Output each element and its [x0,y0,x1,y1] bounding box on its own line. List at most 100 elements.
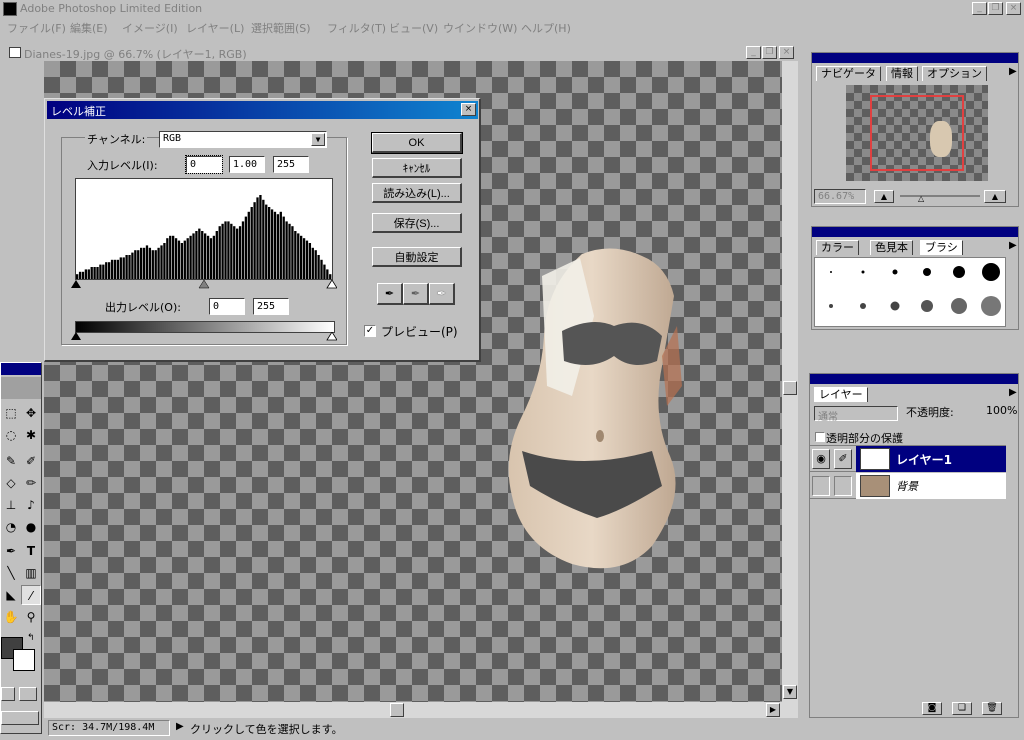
preserve-transparency-label[interactable]: 透明部分の保護 [826,430,903,446]
status-menu-arrow-icon[interactable]: ▶ [176,721,184,732]
output-slider-track[interactable] [71,332,337,342]
document-close-button[interactable]: × [779,46,794,59]
blend-mode-select[interactable]: 通常 [814,406,898,423]
menu-file[interactable]: ファイル(F) [7,20,66,36]
layer-mask-button-icon[interactable]: ◙ [922,702,942,715]
background-color-swatch[interactable] [13,649,35,671]
output-black-slider-handle[interactable] [71,332,81,340]
zoom-slider-handle[interactable]: △ [918,194,924,203]
input-slider-track[interactable] [71,280,337,290]
new-layer-button-icon[interactable]: ❏ [952,702,972,715]
layer-visibility-eye-icon[interactable]: ◉ [812,449,830,469]
horizontal-scrollbar[interactable]: ▶ [44,702,782,718]
type-tool-icon[interactable]: T [21,541,41,561]
tab-brushes[interactable]: ブラシ [920,240,963,255]
brush-grid[interactable] [814,257,1006,327]
layer-link-empty-icon[interactable] [834,476,852,496]
tab-info[interactable]: 情報 [886,66,918,81]
pencil-tool-icon[interactable]: ✏ [21,473,41,493]
line-tool-icon[interactable]: ╲ [1,563,21,583]
bucket-tool-icon[interactable]: ◣ [1,585,21,605]
input-level-white-field[interactable] [273,156,309,173]
menu-edit[interactable]: 編集(E) [70,20,108,36]
load-button[interactable]: 読み込み(L)... [372,183,462,203]
preview-checkbox[interactable]: ✓ [364,325,376,337]
menu-view[interactable]: ビュー(V) [389,20,438,36]
auto-button[interactable]: 自動設定 [372,247,462,267]
eyedropper-tool-icon[interactable]: ⁄ [21,585,41,605]
document-minimize-button[interactable]: _ [746,46,761,59]
channel-select[interactable]: RGB ▼ [159,131,327,148]
layer-name[interactable]: レイヤー1 [896,451,952,468]
tab-swatches[interactable]: 色見本 [870,240,913,255]
layer-row-background[interactable]: 背景 [810,473,1006,499]
airbrush-tool-icon[interactable]: ✎ [1,451,21,471]
lasso-tool-icon[interactable]: ◌ [1,425,21,445]
navigator-zoom-field[interactable]: 66.67% [814,189,866,204]
stamp-tool-icon[interactable]: ⊥ [1,495,21,515]
zoom-slider[interactable] [900,195,980,197]
zoom-tool-icon[interactable]: ⚲ [21,607,41,627]
channel-dropdown-arrow-icon[interactable]: ▼ [311,133,325,146]
ok-button[interactable]: OK [371,132,463,154]
input-black-slider-handle[interactable] [71,280,81,288]
layers-menu-arrow-icon[interactable]: ▶ [1009,387,1017,398]
brush-tips-icon[interactable] [815,258,1007,328]
menu-help[interactable]: ヘルプ(H) [521,20,571,36]
zoom-out-icon[interactable]: ▲ [874,190,894,203]
vertical-scrollbar[interactable]: ▼ [782,61,798,718]
marquee-tool-icon[interactable]: ⬚ [1,403,21,423]
gradient-tool-icon[interactable]: ▥ [21,563,41,583]
layer-name-background[interactable]: 背景 [896,478,918,494]
black-eyedropper-button[interactable]: ✒ [377,283,403,305]
input-level-gamma-field[interactable] [229,156,265,173]
levels-close-button[interactable]: × [461,103,476,116]
hscroll-thumb[interactable] [390,703,404,717]
scratch-size-readout[interactable]: Scr: 34.7M/198.4M [48,720,170,736]
preview-label[interactable]: プレビュー(P) [381,323,458,340]
blur-tool-icon[interactable]: ◔ [1,517,21,537]
navigator-preview[interactable] [846,85,988,181]
tab-options[interactable]: オプション [922,66,987,81]
opacity-value[interactable]: 100% [986,404,1017,417]
minimize-button[interactable]: _ [972,2,987,15]
tab-navigator[interactable]: ナビゲータ [816,66,881,81]
gray-eyedropper-button[interactable]: ✒ [403,283,429,305]
output-level-white-field[interactable] [253,298,289,315]
close-button[interactable]: × [1006,2,1021,15]
tab-layers[interactable]: レイヤー [814,387,868,402]
document-restore-button[interactable]: ❐ [762,46,777,59]
burn-tool-icon[interactable]: ● [21,517,41,537]
screen-mode-icon[interactable] [1,711,39,725]
menu-layer[interactable]: レイヤー(L) [186,20,244,36]
menu-window[interactable]: ウインドウ(W) [443,20,517,36]
output-white-slider-handle[interactable] [326,332,337,341]
tab-color[interactable]: カラー [816,240,859,255]
delete-layer-button-icon[interactable]: 🗑 [982,702,1002,715]
eraser-tool-icon[interactable]: ◇ [1,473,21,493]
scroll-right-arrow-icon[interactable]: ▶ [766,703,780,717]
menu-filter[interactable]: フィルタ(T) [327,20,386,36]
white-eyedropper-button[interactable]: ✒ [429,283,455,305]
magic-wand-tool-icon[interactable]: ✱ [21,425,41,445]
swap-colors-icon[interactable]: ↰ [27,633,35,643]
navigator-menu-arrow-icon[interactable]: ▶ [1009,66,1017,77]
quickmask-mode-icon[interactable] [19,687,37,701]
save-button[interactable]: 保存(S)... [372,213,462,233]
output-level-black-field[interactable] [209,298,245,315]
layer-brush-icon[interactable]: ✐ [834,449,852,469]
input-white-slider-handle[interactable] [326,280,337,289]
hand-tool-icon[interactable]: ✋ [1,607,21,627]
menu-image[interactable]: イメージ(I) [122,20,178,36]
move-tool-icon[interactable]: ✥ [21,403,41,423]
layer-row-1[interactable]: ◉ ✐ レイヤー1 [810,446,1006,472]
scroll-down-arrow-icon[interactable]: ▼ [783,685,797,699]
layer-visibility-empty-icon[interactable] [812,476,830,496]
menu-select[interactable]: 選択範囲(S) [251,20,311,36]
preserve-transparency-checkbox[interactable] [815,432,825,442]
pen-tool-icon[interactable]: ✒ [1,541,21,561]
scroll-thumb[interactable] [783,381,797,395]
restore-button[interactable]: ❐ [988,2,1003,15]
history-brush-tool-icon[interactable]: ♪ [21,495,41,515]
standard-mode-icon[interactable] [1,687,15,701]
